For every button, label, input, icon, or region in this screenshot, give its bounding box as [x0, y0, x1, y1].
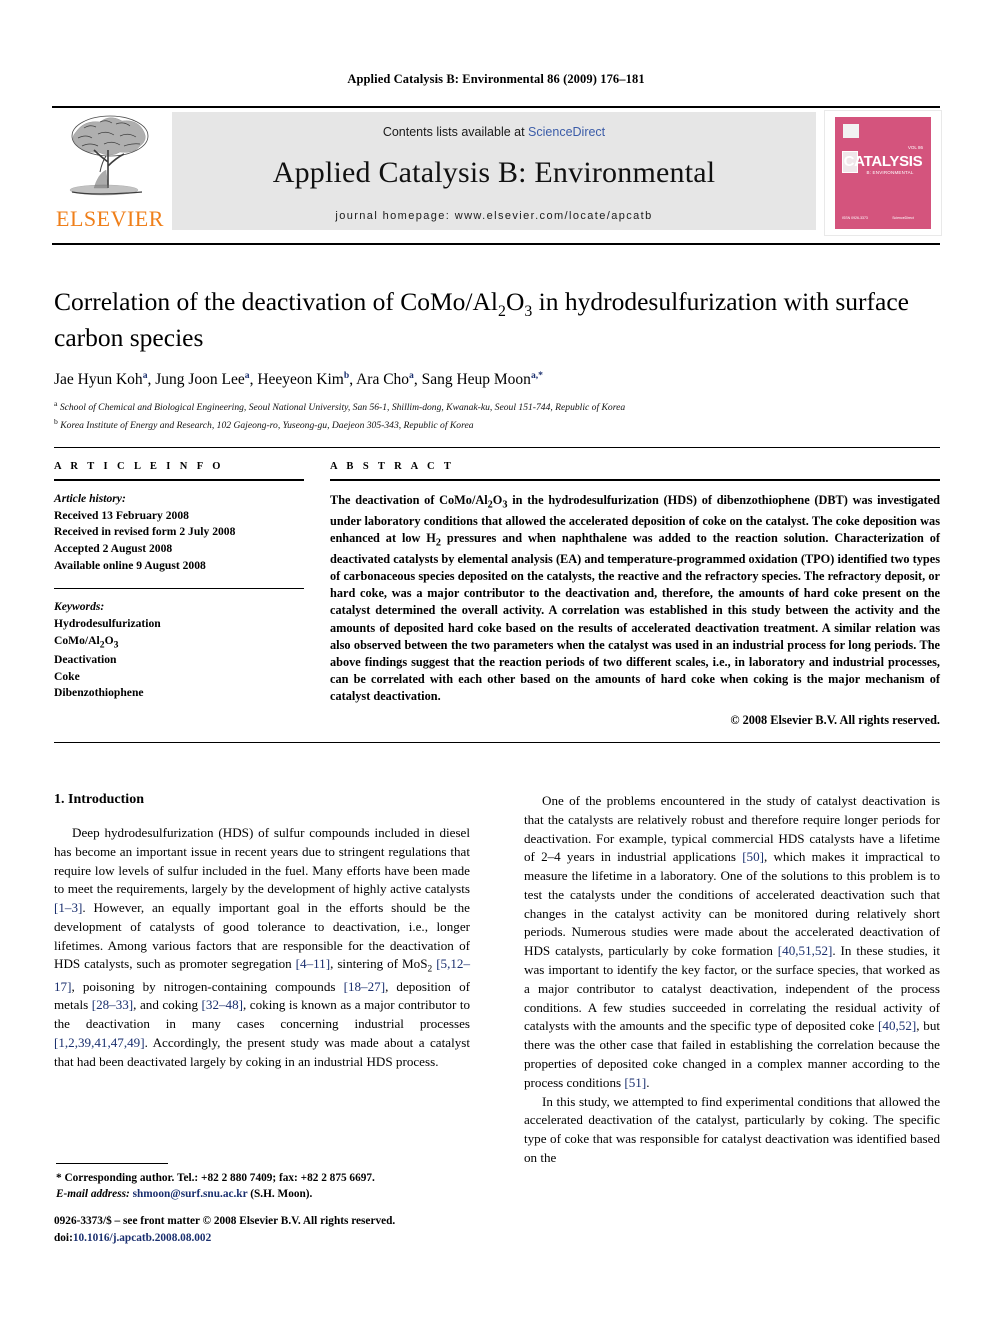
- history-item: Received in revised form 2 July 2008: [54, 525, 236, 539]
- imprint-block: 0926-3373/$ – see front matter © 2008 El…: [54, 1213, 484, 1247]
- article-info-rule: [54, 479, 304, 481]
- abstract-text: The deactivation of CoMo/Al2O3 in the hy…: [330, 493, 940, 704]
- affiliation-a-text: School of Chemical and Biological Engine…: [59, 402, 626, 414]
- abstract-column: A B S T R A C T The deactivation of CoMo…: [330, 461, 940, 728]
- keyword-item: CoMo/Al2O3: [54, 633, 119, 651]
- cover-volume-label: VOL 86: [907, 145, 923, 150]
- affiliations: a School of Chemical and Biological Engi…: [54, 398, 940, 433]
- journal-header-band: Contents lists available at ScienceDirec…: [172, 112, 816, 230]
- doi-link[interactable]: 10.1016/j.apcatb.2008.08.002: [73, 1232, 211, 1244]
- article-info-label: A R T I C L E I N F O: [54, 461, 224, 472]
- paragraph: Deep hydrodesulfurization (HDS) of sulfu…: [54, 825, 471, 1069]
- cover-sciencedirect-mark: ScienceDirect: [892, 215, 914, 220]
- affiliation-item: b Korea Institute of Energy and Research…: [54, 416, 474, 432]
- email-suffix: (S.H. Moon).: [250, 1188, 313, 1201]
- paragraph: One of the problems encountered in the s…: [524, 793, 940, 1090]
- abstract-bottom-rule: [54, 742, 940, 743]
- abstract-copyright: © 2008 Elsevier B.V. All rights reserved…: [730, 712, 940, 727]
- history-item: Received 13 February 2008: [54, 508, 189, 522]
- email-label: E-mail address:: [56, 1188, 130, 1201]
- elsevier-logo: ELSEVIER: [54, 110, 166, 232]
- info-top-rule: [54, 447, 940, 448]
- article-history-heading: Article history:: [54, 492, 126, 505]
- footnote-rule: [56, 1163, 168, 1164]
- section-heading-introduction: 1. Introduction: [54, 792, 144, 807]
- cover-elsevier-icon: [843, 124, 859, 138]
- cover-artwork: VOL 86 CATALYSIS B: ENVIRONMENTAL ISSN 0…: [835, 117, 931, 229]
- running-head: Applied Catalysis B: Environmental 86 (2…: [347, 72, 645, 86]
- elsevier-wordmark: ELSEVIER: [56, 206, 164, 231]
- keyword-item: Dibenzothiophene: [54, 686, 144, 700]
- email-link[interactable]: shmoon@surf.snu.ac.kr: [133, 1188, 248, 1200]
- author-list: Jae Hyun Koha, Jung Joon Leea, Heeyeon K…: [54, 370, 543, 389]
- keyword-item: Deactivation: [54, 653, 117, 667]
- keywords-rule: [54, 588, 304, 590]
- elsevier-tree-icon: [69, 115, 149, 196]
- contents-prefix: Contents lists available at: [382, 125, 529, 139]
- article-info-column: A R T I C L E I N F O Article history: R…: [54, 461, 304, 702]
- contents-available-line: Contents lists available at ScienceDirec…: [172, 125, 816, 139]
- title-block: Correlation of the deactivation of CoMo/…: [54, 286, 940, 433]
- keywords-heading: Keywords:: [54, 600, 105, 614]
- affiliation-item: a School of Chemical and Biological Engi…: [54, 399, 626, 414]
- keywords-list: Keywords: Hydrodesulfurization CoMo/Al2O…: [54, 599, 304, 702]
- body-column-left: 1. Introduction Deep hydrodesulfurizatio…: [54, 792, 470, 1072]
- body-column-right: One of the problems encountered in the s…: [524, 792, 940, 1168]
- email-line: E-mail address: shmoon@surf.snu.ac.kr (S…: [56, 1186, 472, 1202]
- paragraph: In this study, we attempted to find expe…: [524, 1093, 940, 1165]
- keyword-item: Coke: [54, 669, 80, 683]
- doi-line: doi:10.1016/j.apcatb.2008.08.002: [54, 1230, 484, 1247]
- header-bottom-rule: [52, 243, 940, 245]
- cover-subtitle: B: ENVIRONMENTAL: [866, 170, 914, 175]
- article-history: Article history: Received 13 February 20…: [54, 491, 304, 574]
- imprint-line: 0926-3373/$ – see front matter © 2008 El…: [54, 1215, 396, 1227]
- journal-cover-thumbnail: VOL 86 CATALYSIS B: ENVIRONMENTAL ISSN 0…: [824, 110, 942, 236]
- paper-page: Applied Catalysis B: Environmental 86 (2…: [0, 0, 992, 1323]
- page-title: Correlation of the deactivation of CoMo/…: [54, 287, 909, 353]
- cover-title: CATALYSIS: [843, 153, 923, 170]
- cover-issn: ISSN 0926-3373: [842, 215, 868, 220]
- affiliation-b-text: Korea Institute of Energy and Research, …: [60, 420, 474, 432]
- journal-homepage[interactable]: journal homepage: www.elsevier.com/locat…: [172, 210, 816, 222]
- doi-label: doi:: [54, 1231, 73, 1244]
- history-item: Available online 9 August 2008: [54, 558, 206, 572]
- keyword-item: Hydrodesulfurization: [54, 617, 161, 631]
- history-item: Accepted 2 August 2008: [54, 542, 173, 556]
- journal-title: Applied Catalysis B: Environmental: [272, 156, 716, 189]
- header-top-rule: [52, 106, 940, 108]
- corresponding-author-footnote: * Corresponding author. Tel.: +82 2 880 …: [56, 1170, 472, 1203]
- sciencedirect-link[interactable]: ScienceDirect: [528, 125, 605, 139]
- abstract-rule: [330, 479, 940, 481]
- corresponding-author-line: * Corresponding author. Tel.: +82 2 880 …: [56, 1172, 375, 1184]
- abstract-label: A B S T R A C T: [330, 461, 455, 472]
